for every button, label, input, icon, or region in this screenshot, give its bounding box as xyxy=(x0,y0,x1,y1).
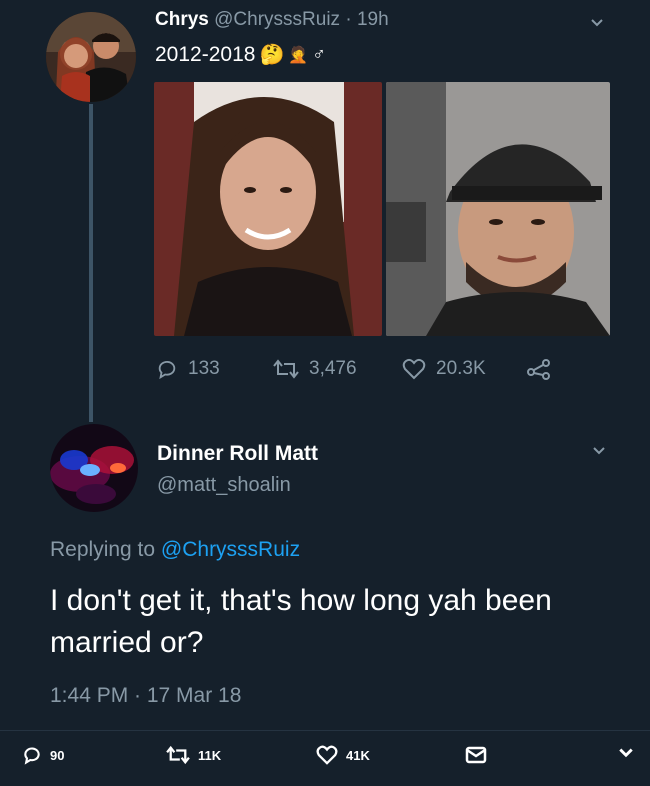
tweet-text: 2012-2018 xyxy=(155,42,256,66)
bottom-retweet-action[interactable]: 11K xyxy=(166,745,221,765)
retweet-icon xyxy=(273,359,299,379)
heart-icon xyxy=(402,358,426,380)
reply-icon xyxy=(158,360,176,380)
reply-author-name[interactable]: Dinner Roll Matt xyxy=(157,442,318,466)
retweet-count: 3,476 xyxy=(309,358,357,379)
replying-to-handle[interactable]: @ChrysssRuiz xyxy=(161,538,300,561)
bottom-like-action[interactable]: 41K xyxy=(316,745,370,765)
author-handle[interactable]: @ChrysssRuiz xyxy=(214,9,340,30)
bottom-retweet-count: 11K xyxy=(198,747,222,763)
reply-count: 133 xyxy=(188,358,220,379)
bottom-chevron-icon[interactable] xyxy=(618,745,634,761)
tweet-time[interactable]: · 19h xyxy=(345,9,388,30)
reply-icon xyxy=(24,747,40,765)
thinking-emoji: 🤔 xyxy=(259,44,285,66)
bottom-action-bar: 90 11K 41K xyxy=(0,730,650,786)
replying-to-label: Replying to xyxy=(50,538,156,561)
male-sign: ♂ xyxy=(312,44,326,64)
reply-text: I don't get it, that's how long yah been… xyxy=(50,584,552,659)
bottom-reply-count: 90 xyxy=(50,747,65,763)
bottom-like-count: 41K xyxy=(346,747,370,763)
photo-woman-image xyxy=(154,82,382,336)
share-icon[interactable] xyxy=(526,358,552,385)
retweet-icon xyxy=(166,745,190,765)
author-name[interactable]: Chrys xyxy=(155,9,209,30)
facepalm-emoji: 🤦 xyxy=(288,46,309,64)
galaxy-avatar-image xyxy=(50,424,138,512)
tweet-photo-left[interactable] xyxy=(154,82,382,336)
reply-timestamp[interactable]: 1:44 PM · 17 Mar 18 xyxy=(50,684,241,708)
like-action[interactable]: 20.3K xyxy=(402,358,486,380)
bottom-reply-action[interactable]: 90 xyxy=(22,745,64,765)
more-options-chevron-icon[interactable] xyxy=(590,16,604,35)
reply-author-avatar[interactable] xyxy=(50,424,138,512)
heart-icon xyxy=(316,745,338,765)
author-avatar[interactable] xyxy=(46,12,136,102)
retweet-action[interactable]: 3,476 xyxy=(273,358,357,380)
direct-message-icon[interactable] xyxy=(465,745,487,765)
tweet-photo-right[interactable] xyxy=(386,82,610,336)
photo-man-image xyxy=(386,82,610,336)
reply-action[interactable]: 133 xyxy=(156,358,220,380)
like-count: 20.3K xyxy=(436,358,486,379)
thread-line xyxy=(89,104,93,422)
reply-more-chevron-icon[interactable] xyxy=(592,444,606,463)
couple-avatar-image xyxy=(46,12,136,102)
reply-author-handle[interactable]: @matt_shoalin xyxy=(157,474,291,497)
